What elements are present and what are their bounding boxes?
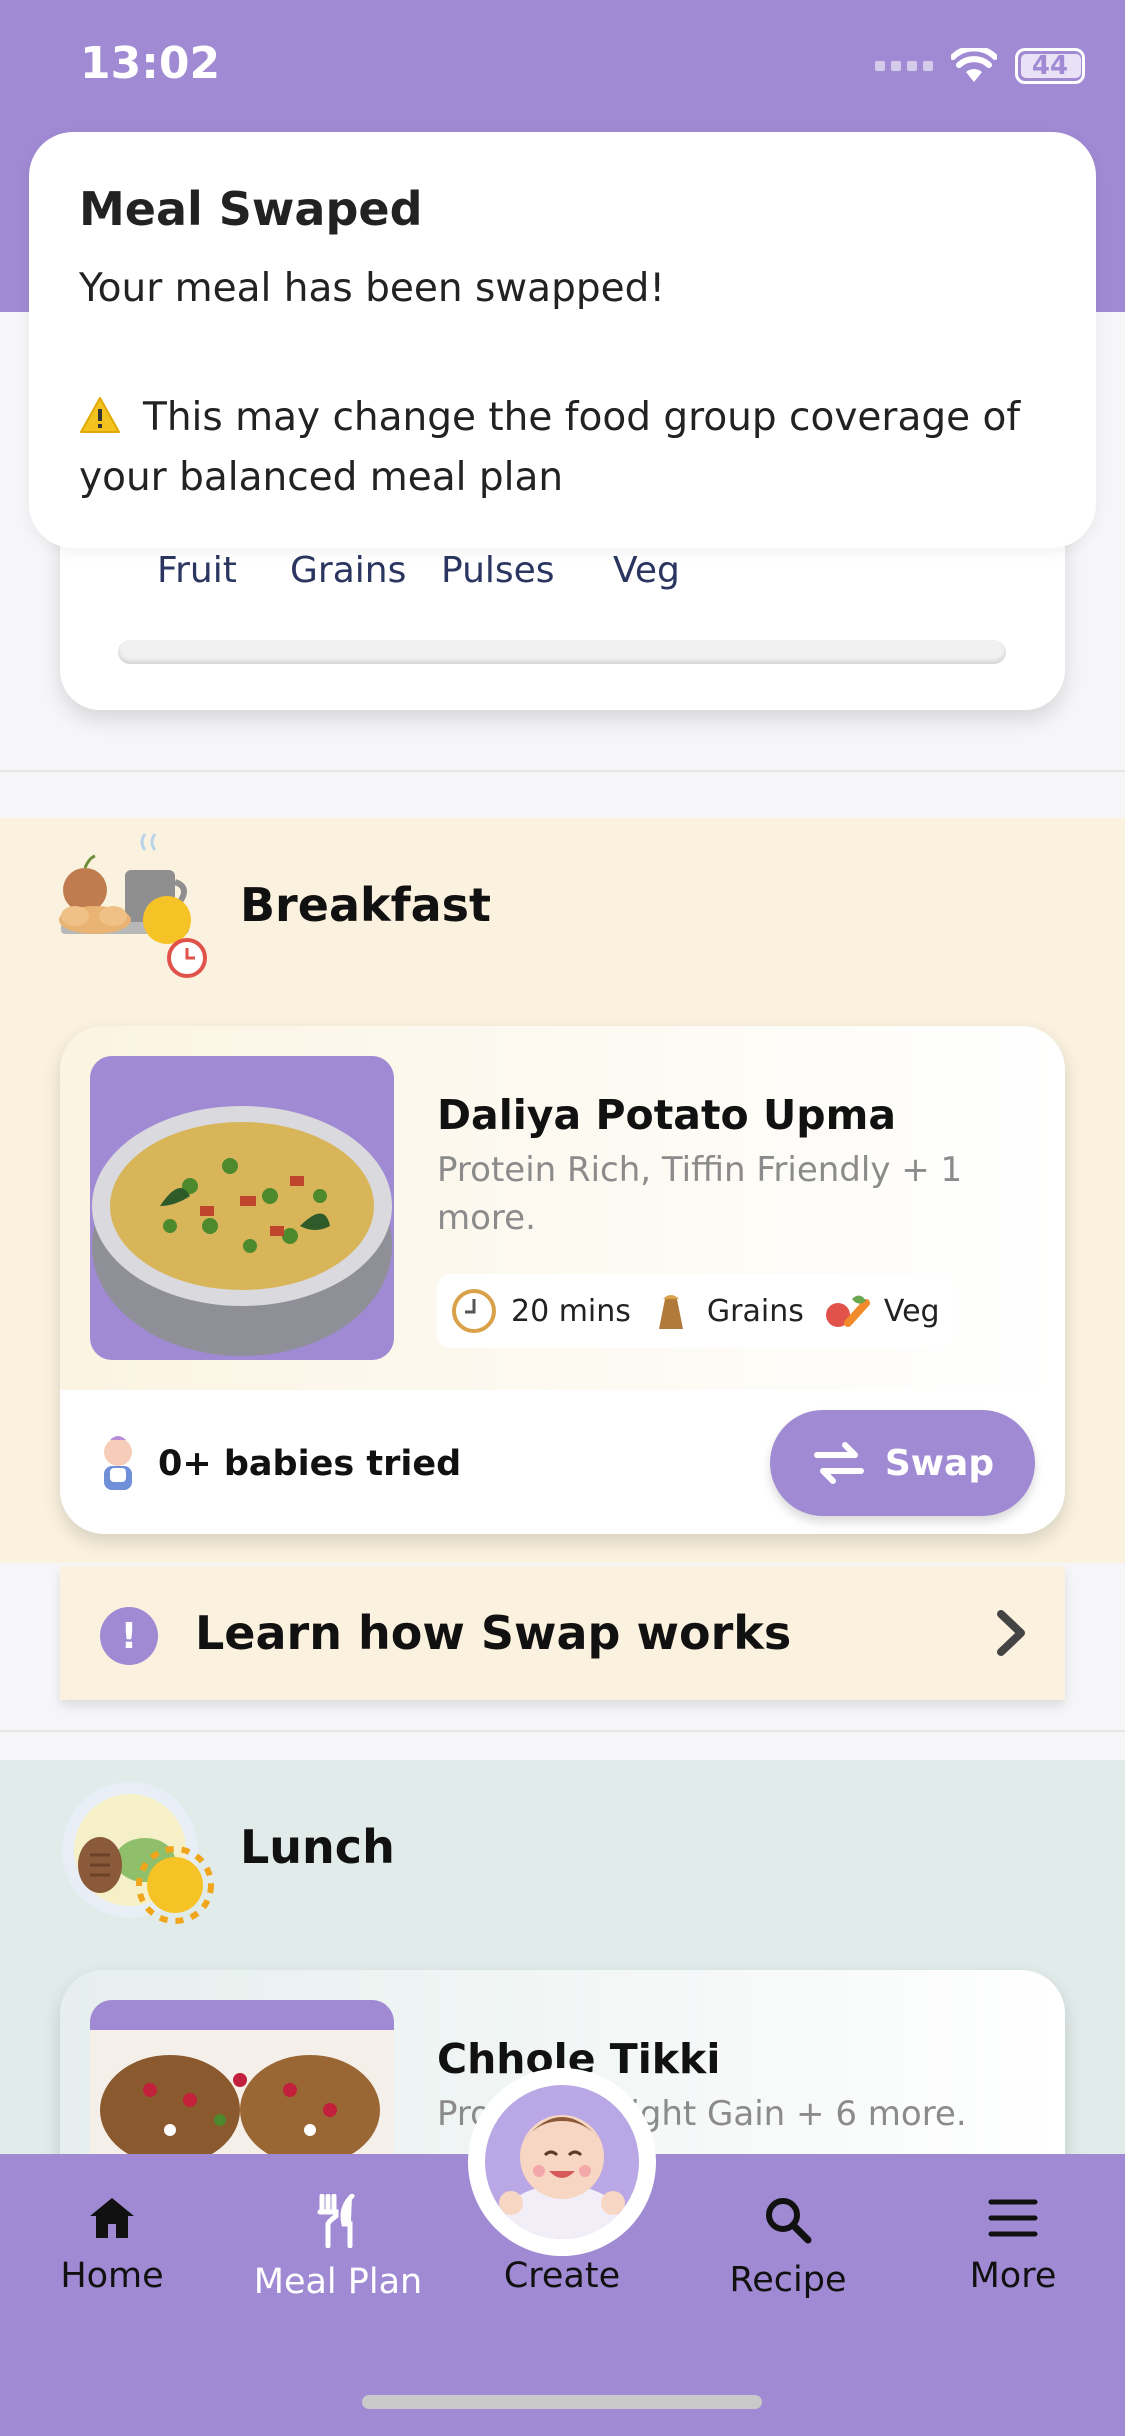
battery-level: 44: [1031, 51, 1069, 81]
food-group-veg: Veg: [613, 550, 680, 591]
lunch-icon: [62, 1782, 214, 1924]
nav-home[interactable]: Home: [12, 2194, 212, 2296]
fork-knife-icon: [317, 2194, 355, 2248]
info-exclamation-icon: !: [100, 1607, 158, 1665]
food-group-grains-label: Grains: [706, 1293, 804, 1329]
learn-swap-text: Learn how Swap works: [195, 1606, 792, 1660]
nav-meal-plan[interactable]: Meal Plan: [238, 2194, 438, 2302]
food-group-fruit: Fruit: [157, 550, 237, 591]
section-divider: [0, 770, 1125, 772]
learn-swap-banner[interactable]: ! Learn how Swap works: [60, 1566, 1065, 1700]
food-group-progress-bar: [118, 640, 1006, 664]
grains-chip: Grains: [649, 1289, 804, 1333]
breakfast-icon: [59, 833, 207, 978]
meal-tags: Protein Rich, Tiffin Friendly + 1 more.: [437, 1150, 963, 1238]
nav-create-label: Create: [503, 2256, 621, 2296]
nav-home-label: Home: [60, 2256, 164, 2296]
baby-icon: [104, 1436, 132, 1490]
food-group-grains: Grains: [290, 550, 407, 591]
home-icon: [90, 2198, 134, 2238]
food-group-pulses: Pulses: [441, 550, 555, 591]
create-button[interactable]: [468, 2068, 656, 2256]
food-group-labels: Fruit Grains Pulses Veg: [60, 550, 1065, 600]
babies-tried: 0+ babies tried: [96, 1434, 461, 1494]
veg-chip: Veg: [822, 1289, 940, 1333]
search-icon: [766, 2198, 812, 2244]
status-time: 13:02: [80, 38, 221, 89]
chevron-right-icon: [997, 1610, 1025, 1656]
meal-swapped-toast[interactable]: Meal Swaped Your meal has been swapped! …: [29, 132, 1096, 548]
meal-info-chips: 20 mins Grains Veg: [437, 1274, 954, 1348]
warning-icon: [80, 397, 120, 433]
battery-icon: 44: [1015, 48, 1085, 84]
daliya-upma-image: [90, 1056, 394, 1360]
lunch-title: Lunch: [240, 1820, 395, 1874]
toast-message: Your meal has been swapped!: [79, 266, 665, 311]
babies-tried-text: 0+ babies tried: [158, 1444, 462, 1484]
grains-icon: [658, 1295, 683, 1329]
cellular-signal-icon: [875, 61, 933, 71]
clock-icon: [452, 1289, 496, 1333]
swap-button[interactable]: Swap: [770, 1410, 1035, 1516]
toast-title: Meal Swaped: [79, 182, 423, 236]
nav-recipe[interactable]: Recipe: [688, 2194, 888, 2300]
nav-more-label: More: [969, 2256, 1057, 2296]
wifi-icon: [951, 48, 997, 82]
breakfast-title: Breakfast: [240, 878, 492, 932]
breakfast-meal-card[interactable]: Daliya Potato Upma Protein Rich, Tiffin …: [60, 1026, 1065, 1534]
food-group-veg-label: Veg: [883, 1293, 940, 1329]
toast-warning-text: This may change the food group coverage …: [79, 395, 1021, 500]
menu-icon: [988, 2199, 1038, 2237]
time-chip: 20 mins: [451, 1288, 631, 1334]
toast-warning: This may change the food group coverage …: [79, 388, 1069, 508]
prep-time: 20 mins: [511, 1293, 631, 1329]
nav-more[interactable]: More: [913, 2194, 1113, 2296]
status-icons: 44: [875, 48, 1085, 84]
swap-label: Swap: [884, 1442, 995, 1484]
meal-name: Daliya Potato Upma: [437, 1091, 897, 1139]
vegetables-icon: [825, 1295, 870, 1327]
baby-avatar-icon: [485, 2085, 639, 2239]
status-bar: 13:02 44: [0, 0, 1125, 130]
swap-icon: [813, 1442, 864, 1484]
nav-meal-plan-label: Meal Plan: [253, 2262, 423, 2302]
section-divider: [0, 1730, 1125, 1732]
home-indicator[interactable]: [362, 2395, 762, 2409]
nav-recipe-label: Recipe: [729, 2260, 847, 2300]
